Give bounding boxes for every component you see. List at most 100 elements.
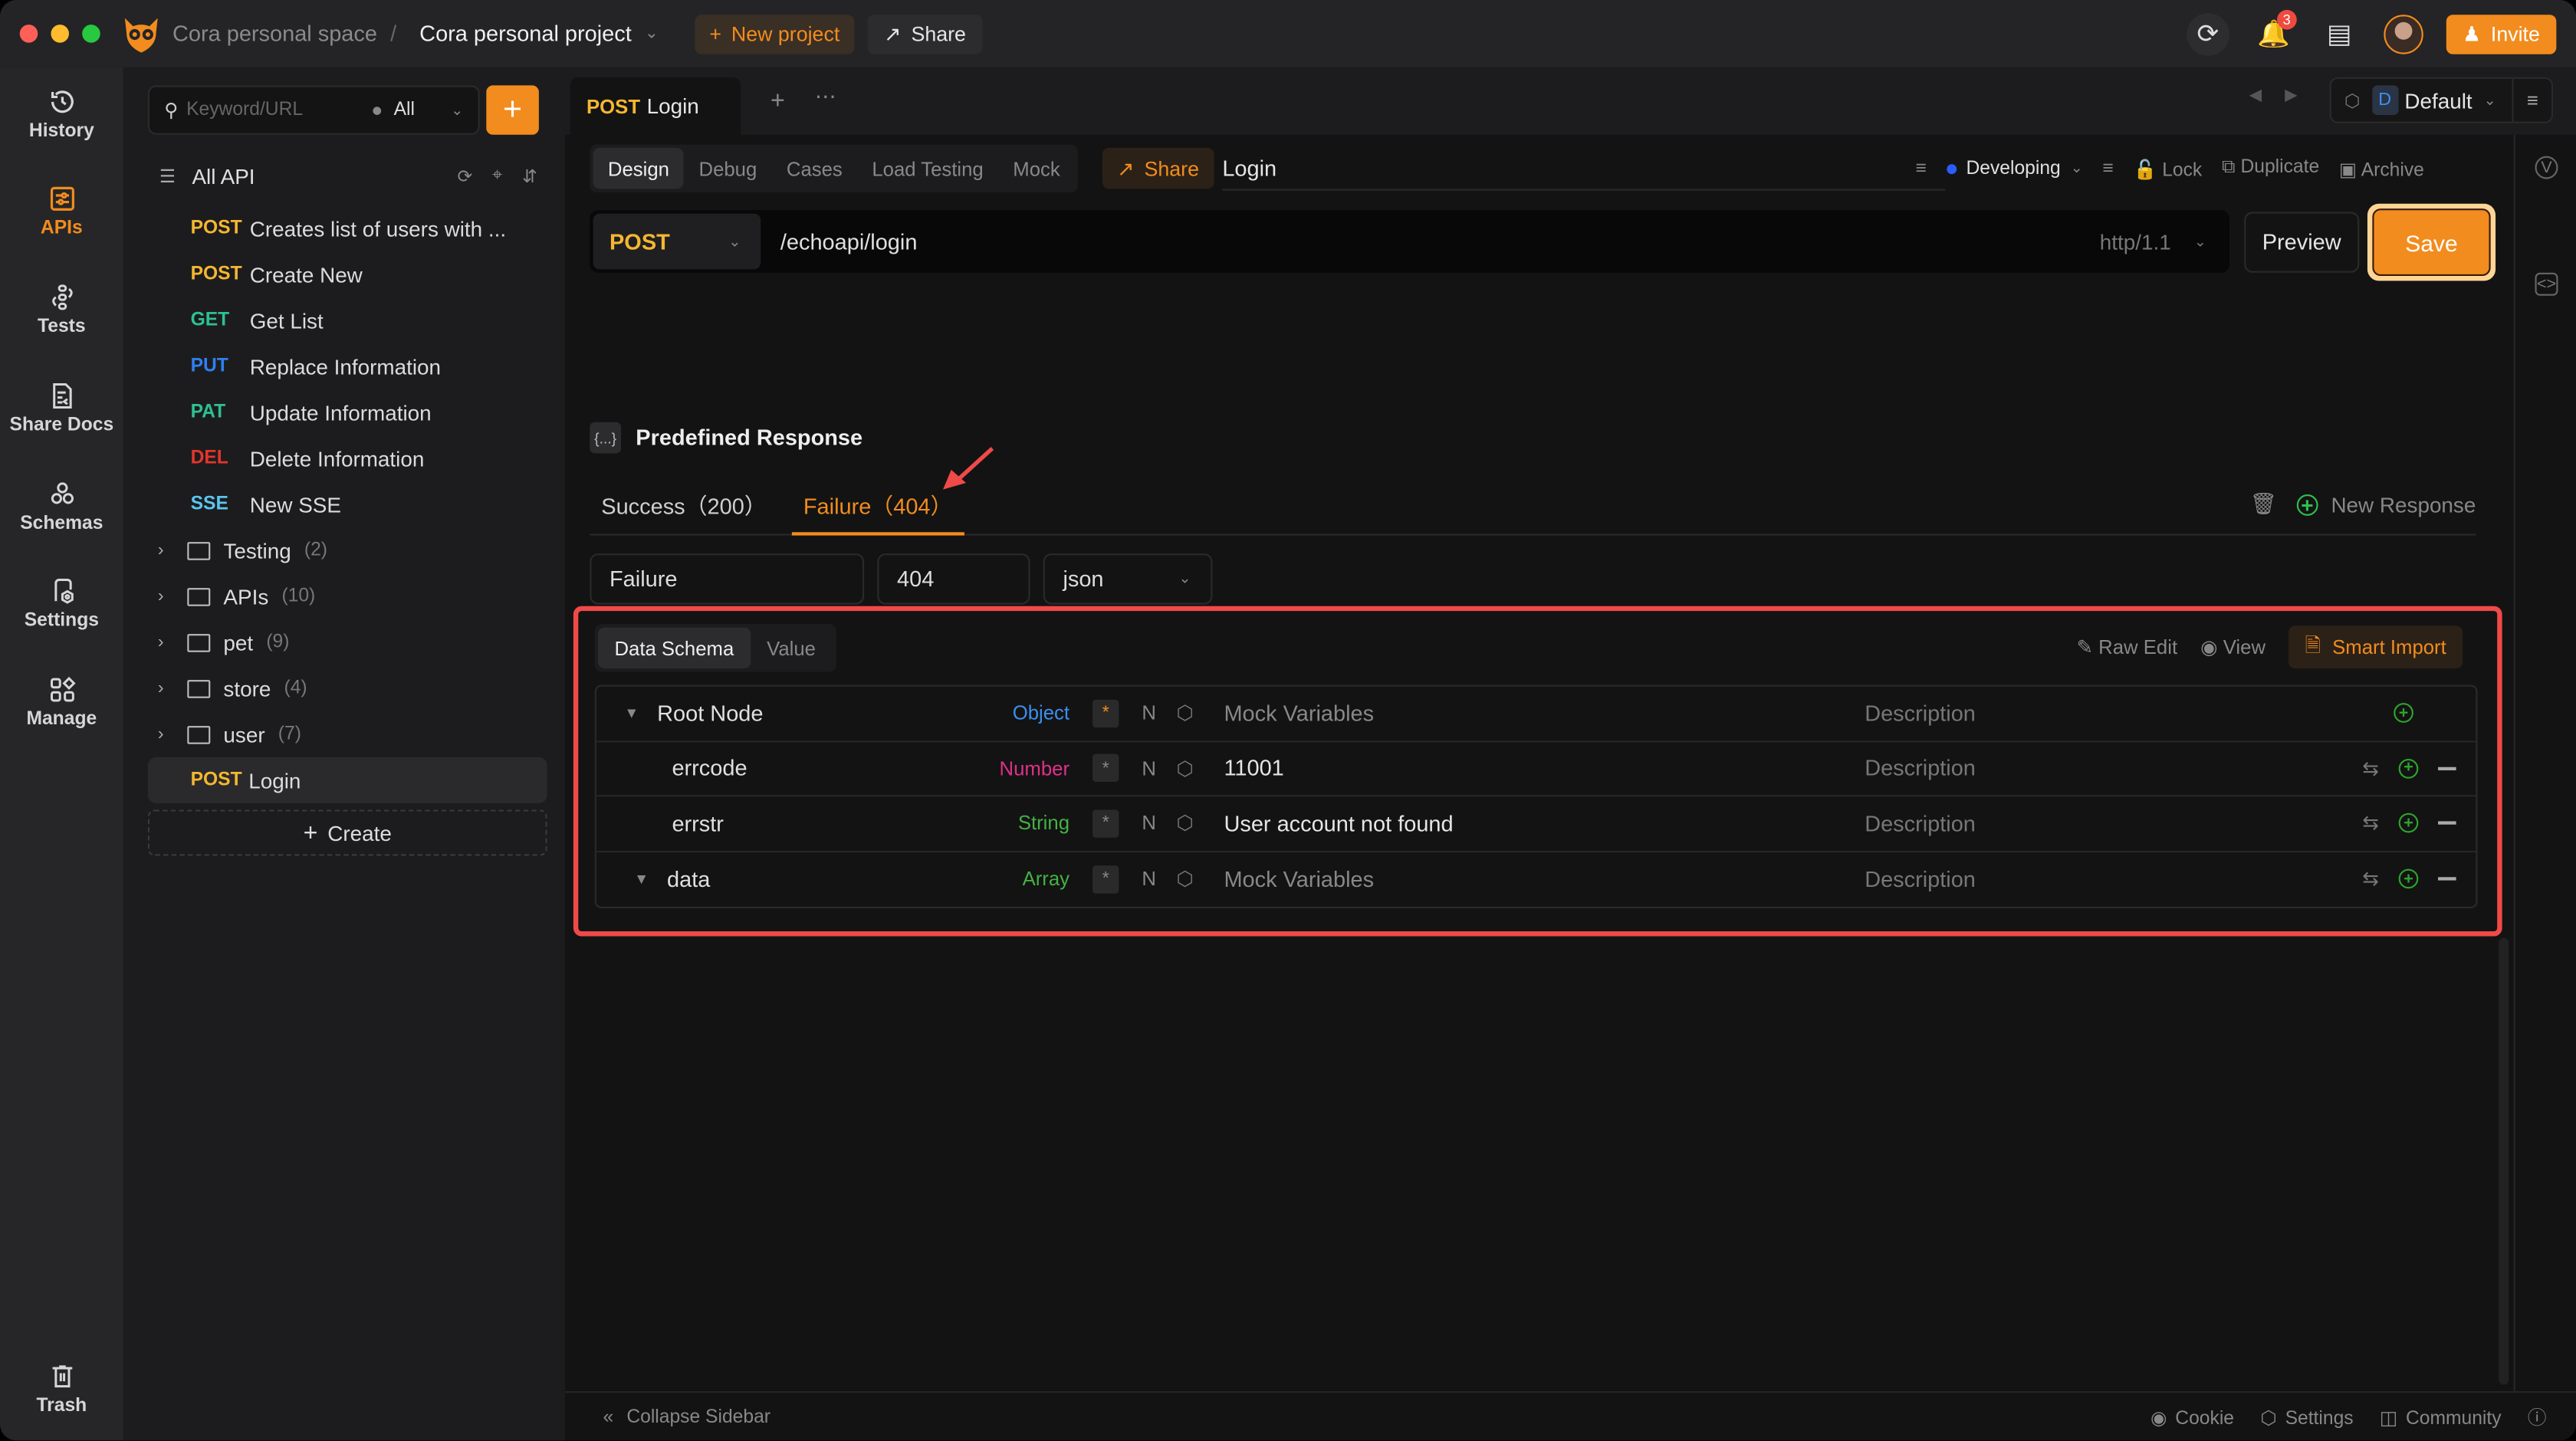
view-button[interactable]: ◉ View: [2200, 635, 2266, 658]
folder-item[interactable]: › pet (9): [148, 619, 547, 665]
community-link[interactable]: ◫ Community: [2380, 1405, 2502, 1429]
field-type[interactable]: String: [1018, 812, 1070, 835]
protocol-select[interactable]: http/1.1: [2100, 229, 2171, 254]
breadcrumb-project[interactable]: Cora personal project: [419, 21, 632, 46]
add-tab-icon[interactable]: +: [770, 87, 785, 115]
vertical-scrollbar[interactable]: [2499, 937, 2509, 1385]
sync-button[interactable]: ⟳: [2186, 12, 2229, 55]
archive-button[interactable]: ▣ Archive: [2339, 157, 2424, 180]
swap-icon[interactable]: ⇆: [2362, 812, 2379, 835]
nullable-toggle[interactable]: N: [1142, 757, 1156, 780]
field-name[interactable]: data: [667, 867, 710, 891]
nullable-toggle[interactable]: N: [1142, 812, 1156, 835]
environment-select[interactable]: ⬡ D Default ⌄ ≡: [2329, 77, 2554, 123]
api-item[interactable]: GET Get List: [148, 297, 547, 343]
tab-prev-icon[interactable]: ◀: [2249, 87, 2262, 106]
remove-icon[interactable]: [2438, 821, 2456, 826]
breadcrumb-space[interactable]: Cora personal space: [172, 21, 377, 46]
subtab-design[interactable]: Design: [593, 147, 685, 189]
chevron-down-icon[interactable]: ⌄: [645, 25, 659, 43]
nullable-toggle[interactable]: N: [1142, 702, 1156, 725]
close-window-button[interactable]: [19, 25, 38, 43]
chevron-right-icon[interactable]: ›: [158, 540, 188, 560]
nullable-toggle[interactable]: N: [1142, 868, 1156, 891]
create-button[interactable]: + Create: [147, 809, 547, 856]
subtab-cases[interactable]: Cases: [772, 148, 857, 189]
required-toggle[interactable]: *: [1092, 699, 1119, 727]
notifications-button[interactable]: 🔔 3: [2252, 8, 2297, 55]
description-input[interactable]: Description: [1865, 867, 1976, 891]
rail-item-trash[interactable]: Trash: [0, 1361, 123, 1416]
chevron-right-icon[interactable]: ›: [158, 632, 188, 652]
rail-item-manage[interactable]: Manage: [0, 675, 123, 729]
invite-button[interactable]: ♟ Invite: [2446, 14, 2557, 54]
delete-response-icon[interactable]: 🗑: [2249, 491, 2276, 517]
chevron-right-icon[interactable]: ›: [158, 724, 188, 744]
swap-icon[interactable]: ⇆: [2362, 757, 2379, 780]
rail-item-schemas[interactable]: Schemas: [0, 480, 123, 533]
mock-input[interactable]: User account not found: [1224, 811, 1453, 835]
menu-icon[interactable]: ≡: [2512, 78, 2551, 122]
raw-edit-button[interactable]: ✎ Raw Edit: [2076, 635, 2177, 658]
api-item[interactable]: DEL Delete Information: [148, 435, 547, 481]
api-item[interactable]: PAT Update Information: [148, 389, 547, 435]
refresh-icon[interactable]: ⟳: [457, 165, 472, 187]
code-icon[interactable]: <>: [2535, 272, 2558, 296]
chevron-right-icon[interactable]: ›: [158, 678, 188, 698]
status-select[interactable]: Developing ⌄: [1946, 159, 2083, 179]
environment-settings-icon[interactable]: ⬡: [2344, 90, 2361, 111]
folder-item[interactable]: › store (4): [148, 665, 547, 711]
api-item[interactable]: SSE New SSE: [148, 481, 547, 527]
collapse-triangle-icon[interactable]: ▼: [634, 871, 649, 887]
required-toggle[interactable]: *: [1092, 754, 1119, 783]
remove-icon[interactable]: [2438, 766, 2456, 770]
status-code-input[interactable]: 404: [877, 553, 1030, 605]
rail-item-apis[interactable]: APIs: [0, 184, 123, 238]
smart-import-button[interactable]: 🗎 Smart Import: [2288, 625, 2463, 669]
api-item-selected[interactable]: POST Login: [147, 757, 547, 803]
url-input[interactable]: /echoapi/login: [780, 229, 2100, 254]
field-type[interactable]: Object: [1013, 702, 1070, 725]
add-api-button[interactable]: +: [486, 85, 539, 135]
avatar[interactable]: [2384, 14, 2423, 54]
api-item[interactable]: PUT Replace Information: [148, 343, 547, 389]
collapse-triangle-icon[interactable]: ▼: [624, 705, 639, 721]
api-item[interactable]: POST Create New: [148, 251, 547, 297]
collapse-sidebar-button[interactable]: « Collapse Sidebar: [603, 1407, 770, 1426]
rail-item-share-docs[interactable]: Share Docs: [0, 381, 123, 435]
rail-item-settings[interactable]: Settings: [0, 576, 123, 631]
cookie-link[interactable]: ◉ Cookie: [2150, 1405, 2234, 1429]
locate-icon[interactable]: ⌖: [492, 165, 502, 186]
folder-item[interactable]: › user (7): [148, 711, 547, 757]
mock-settings-icon[interactable]: ⬡: [1176, 812, 1193, 835]
required-toggle[interactable]: *: [1092, 809, 1119, 838]
swap-icon[interactable]: ⇆: [2362, 868, 2379, 891]
field-name[interactable]: Root Node: [657, 701, 763, 725]
version-icon[interactable]: V: [2535, 156, 2558, 179]
more-tabs-icon[interactable]: ⋯: [815, 84, 836, 110]
field-type[interactable]: Array: [1023, 868, 1070, 891]
outline-icon[interactable]: ≡: [2103, 159, 2114, 179]
minimize-window-button[interactable]: [51, 25, 70, 43]
share-project-button[interactable]: ↗ Share: [867, 14, 983, 54]
chevron-right-icon[interactable]: ›: [158, 586, 188, 606]
notes-button[interactable]: ▤: [2318, 12, 2361, 55]
add-sibling-icon[interactable]: +: [2398, 758, 2419, 779]
duplicate-button[interactable]: ⧉ Duplicate: [2222, 158, 2319, 179]
field-name[interactable]: errstr: [672, 811, 724, 835]
rail-item-history[interactable]: History: [0, 87, 123, 141]
tab-next-icon[interactable]: ▶: [2285, 87, 2298, 106]
method-select[interactable]: POST ⌄: [593, 213, 761, 270]
tab-data-schema[interactable]: Data Schema: [598, 627, 751, 669]
tab-success-200[interactable]: Success（200）: [601, 474, 766, 533]
mock-input[interactable]: Mock Variables: [1224, 867, 1374, 891]
add-sibling-icon[interactable]: +: [2398, 813, 2419, 833]
rail-item-tests[interactable]: Tests: [0, 283, 123, 336]
mock-input[interactable]: 11001: [1224, 756, 1283, 780]
description-input[interactable]: Description: [1865, 701, 1976, 725]
chevron-down-icon[interactable]: ⌄: [451, 101, 463, 120]
api-name-input[interactable]: Login: [1222, 146, 1946, 191]
add-sibling-icon[interactable]: +: [2398, 869, 2419, 889]
description-input[interactable]: Description: [1865, 756, 1976, 780]
remove-icon[interactable]: [2438, 877, 2456, 881]
